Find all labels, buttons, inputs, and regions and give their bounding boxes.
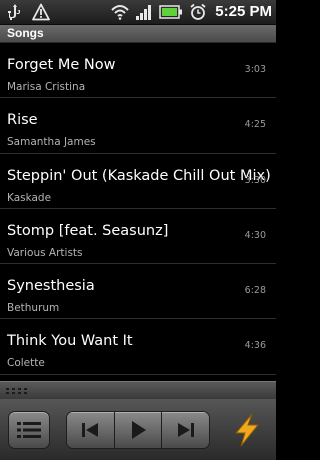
song-title: Think You Want It	[7, 333, 133, 350]
song-duration: 6:28	[244, 285, 266, 297]
transport-controls	[66, 411, 210, 449]
drawer-handle[interactable]	[0, 381, 276, 399]
song-row[interactable]: Steppin' Out (Kaskade Chill Out Mix) Kas…	[0, 154, 276, 209]
status-clock: 5:25 PM	[215, 3, 272, 20]
usb-icon	[8, 4, 20, 20]
song-title: Steppin' Out (Kaskade Chill Out Mix)	[7, 167, 271, 184]
wifi-icon	[111, 5, 130, 20]
next-button[interactable]	[162, 412, 209, 448]
song-row[interactable]: Rise Samantha James 4:25	[0, 98, 276, 154]
playlist-button[interactable]	[8, 411, 50, 449]
previous-button[interactable]	[67, 412, 115, 448]
warning-icon	[32, 3, 50, 21]
song-artist: Bethurum	[7, 302, 60, 315]
song-title: Rise	[7, 112, 38, 129]
playback-controls	[0, 399, 276, 460]
song-row[interactable]: Think You Want It Colette 4:36	[0, 319, 276, 375]
play-icon	[132, 421, 146, 439]
previous-icon	[82, 423, 99, 437]
song-artist: Marisa Cristina	[7, 81, 86, 93]
status-bar: 5:25 PM	[0, 0, 276, 25]
play-button[interactable]	[114, 412, 163, 448]
page-header: Songs	[0, 25, 276, 43]
song-artist: Kaskade	[7, 191, 52, 204]
song-row[interactable]: Synesthesia Bethurum 6:28	[0, 264, 276, 320]
song-row[interactable]: Stomp [feat. Seasunz] Various Artists 4:…	[0, 209, 276, 265]
song-duration: 4:36	[244, 340, 266, 352]
song-duration: 3:03	[244, 64, 266, 75]
song-row[interactable]: Forget Me Now Marisa Cristina 3:03	[0, 43, 276, 99]
song-title: Forget Me Now	[7, 57, 116, 73]
page-title: Songs	[7, 26, 44, 40]
next-icon	[177, 423, 194, 437]
song-artist: Samantha James	[7, 136, 96, 149]
song-duration: 4:25	[244, 119, 266, 131]
battery-icon	[159, 5, 183, 19]
lightning-icon[interactable]	[232, 413, 262, 447]
song-duration: 4:30	[244, 229, 266, 241]
song-duration: 3:30	[244, 174, 266, 186]
signal-icon	[136, 5, 152, 20]
song-list: Forget Me Now Marisa Cristina 3:03 Rise …	[0, 43, 276, 381]
grip-dots-icon	[6, 388, 27, 394]
list-icon	[17, 422, 41, 438]
song-artist: Colette	[7, 357, 45, 370]
alarm-icon	[190, 3, 206, 20]
song-title: Stomp [feat. Seasunz]	[7, 222, 169, 239]
song-artist: Various Artists	[7, 246, 83, 259]
song-title: Synesthesia	[7, 278, 95, 295]
